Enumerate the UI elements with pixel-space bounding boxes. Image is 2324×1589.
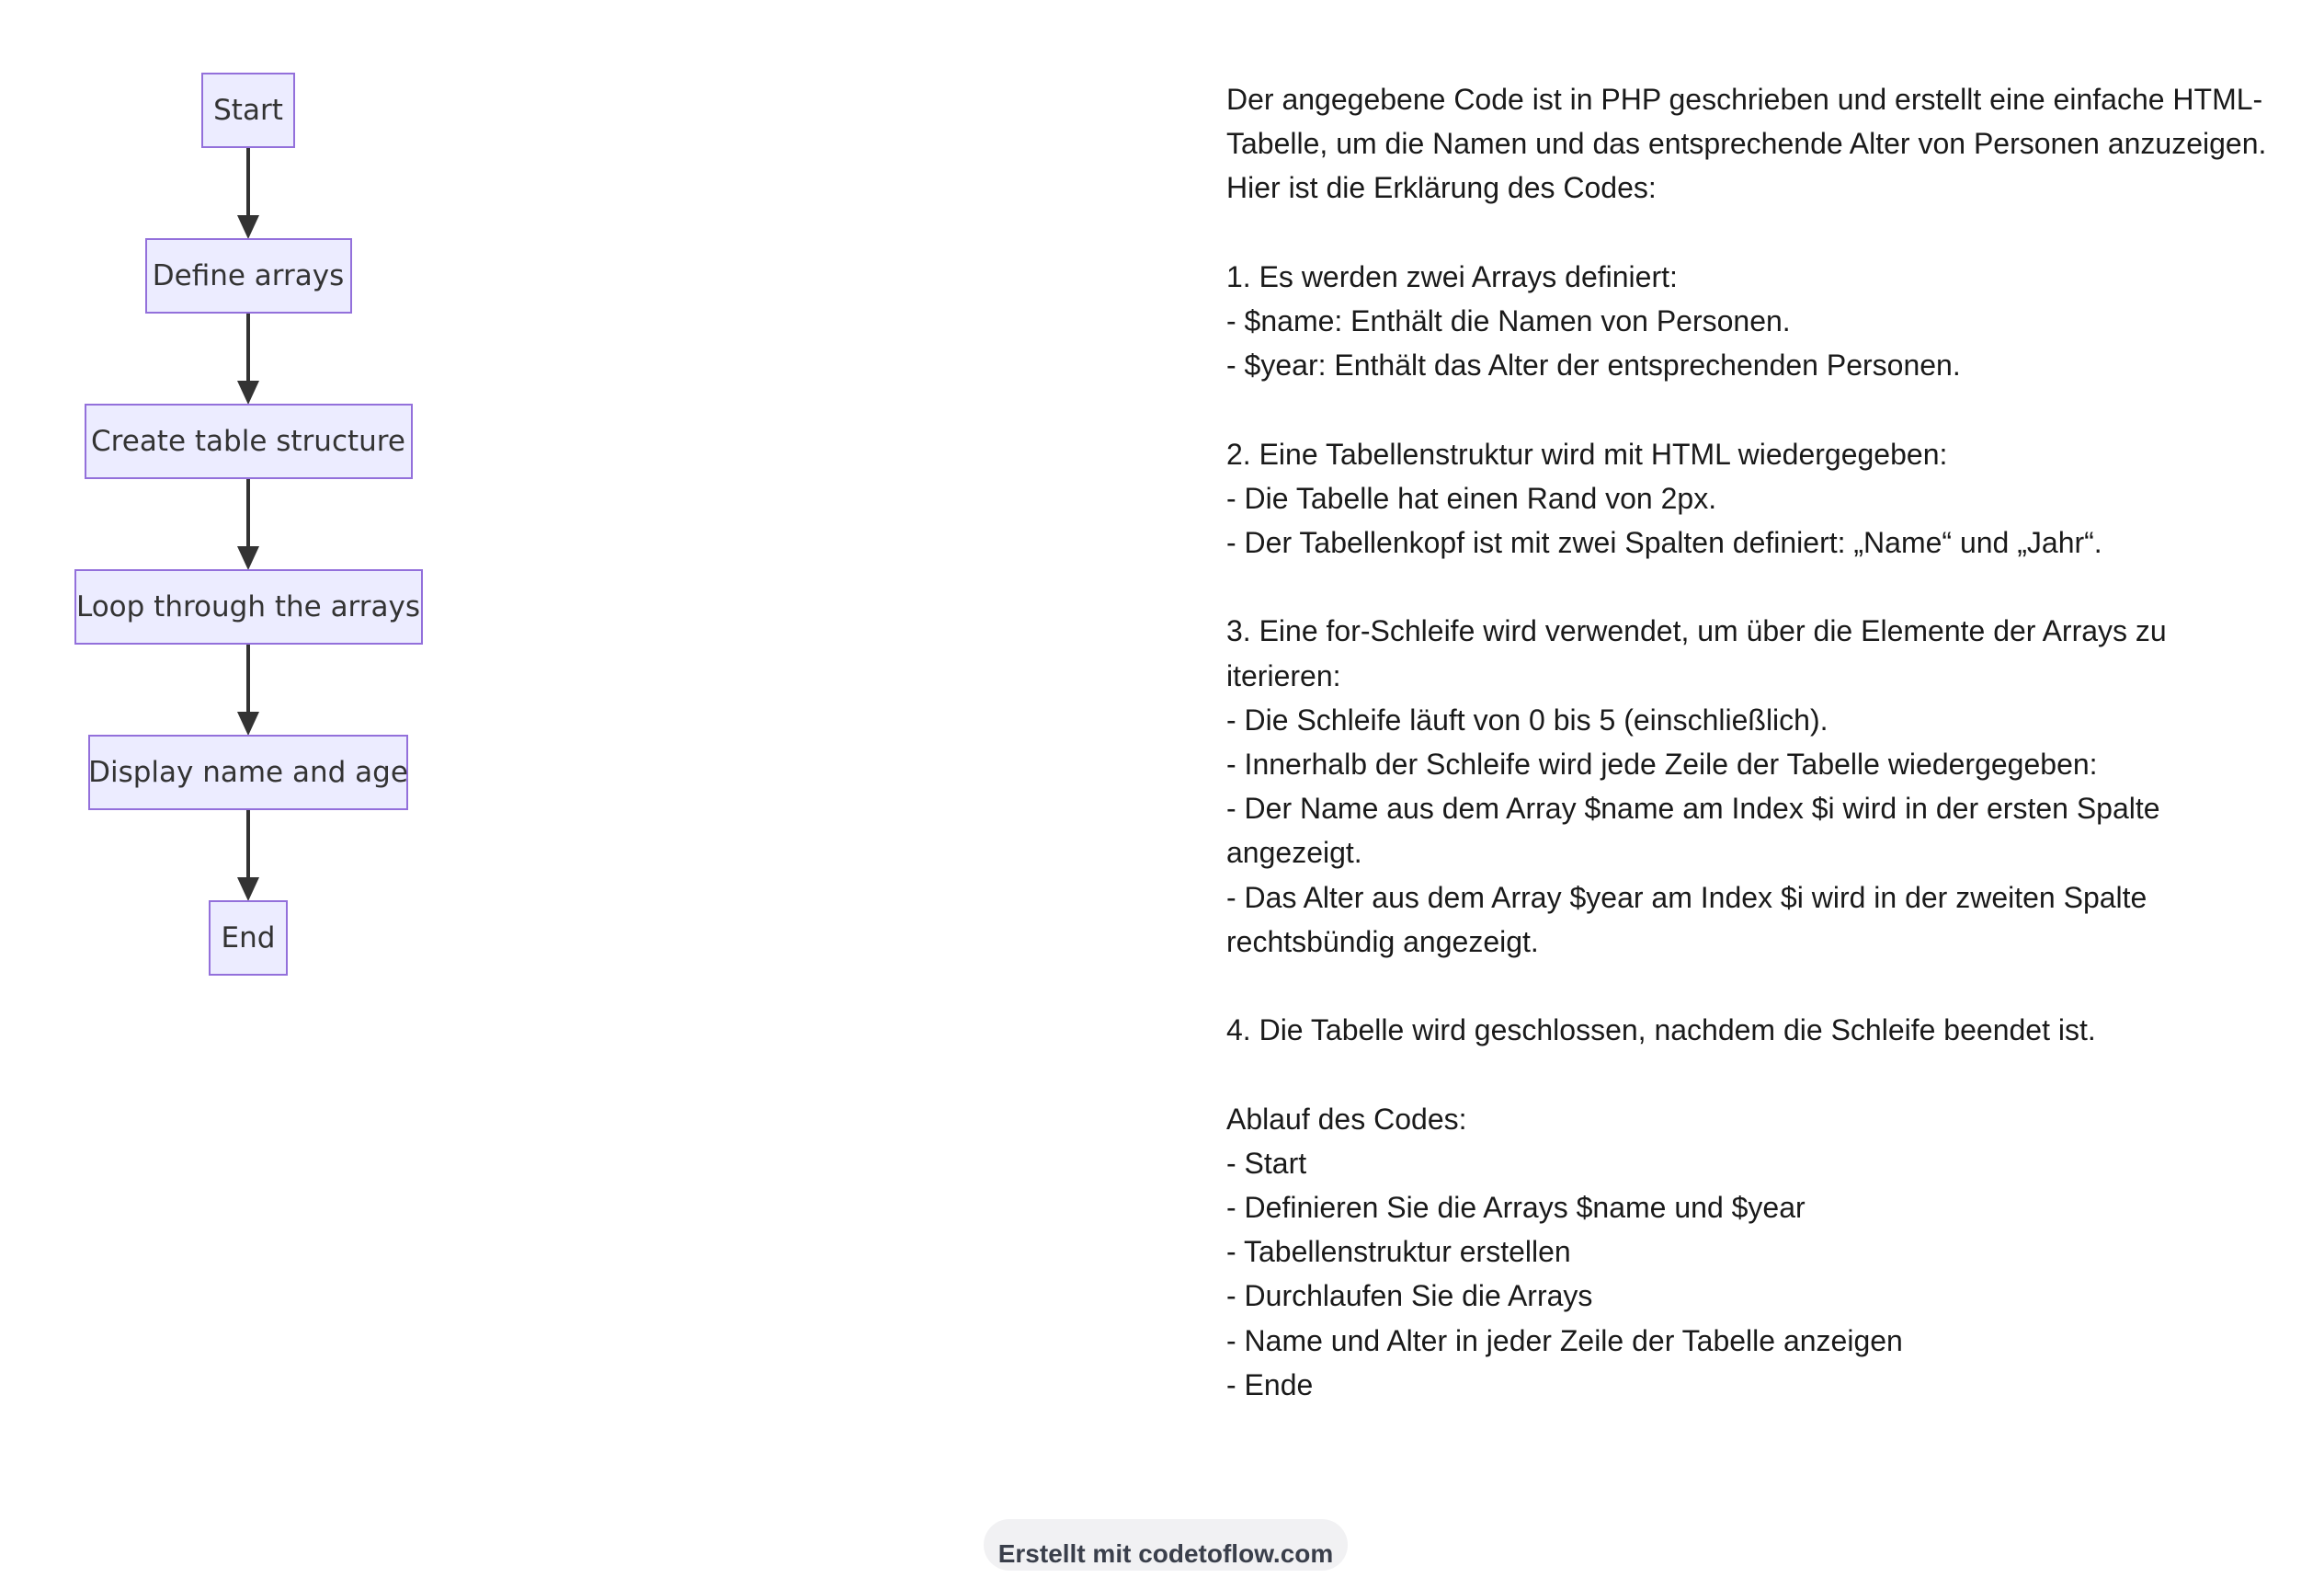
explanation-line: - Der Tabellenkopf ist mit zwei Spalten …: [1226, 526, 2102, 559]
explanation-line: 4. Die Tabelle wird geschlossen, nachdem…: [1226, 1013, 2096, 1047]
explanation-line: Ablauf des Codes:: [1226, 1102, 1467, 1136]
explanation-line: 1. Es werden zwei Arrays definiert:: [1226, 259, 1678, 293]
explanation-line: rechtsbündig angezeigt.: [1226, 924, 1539, 958]
explanation-spacer: [1226, 211, 2302, 255]
explanation-spacer: [1226, 387, 2302, 431]
explanation-line: 2. Eine Tabellenstruktur wird mit HTML w…: [1226, 437, 1948, 471]
explanation-line: - Ende: [1226, 1367, 1314, 1401]
node-end-label: End: [222, 921, 276, 955]
explanation-line: - $name: Enthält die Namen von Personen.: [1226, 304, 1791, 337]
explanation-spacer: [1226, 964, 2302, 1008]
node-end: End: [209, 900, 288, 976]
footer-credit: Erstellt mit codetoflow.com: [997, 1539, 1334, 1568]
explanation-line: iterieren:: [1226, 658, 1341, 692]
explanation-line: - Innerhalb der Schleife wird jede Zeile…: [1226, 748, 2098, 781]
node-start: Start: [201, 73, 295, 148]
explanation-line: Der angegebene Code ist in PHP geschrieb…: [1226, 83, 2263, 116]
explanation-line: - Die Tabelle hat einen Rand von 2px.: [1226, 481, 1717, 515]
explanation-line: Hier ist die Erklärung des Codes:: [1226, 171, 1657, 205]
node-start-label: Start: [213, 94, 283, 127]
explanation-line: - Die Schleife läuft von 0 bis 5 (einsch…: [1226, 703, 1828, 737]
node-display-name-and-age: Display name and age: [88, 735, 408, 810]
edge-define-to-create: [237, 313, 259, 405]
edge-display-to-end: [237, 809, 259, 901]
edge-start-to-define: [237, 147, 259, 239]
explanation-line: - $year: Enthält das Alter der entsprech…: [1226, 349, 1961, 383]
explanation-text: Der angegebene Code ist in PHP geschrieb…: [1226, 77, 2302, 1407]
explanation-line: - Start: [1226, 1146, 1307, 1180]
node-create-table-structure-label: Create table structure: [91, 425, 405, 458]
edge-loop-to-display: [237, 644, 259, 736]
node-define-arrays: Define arrays: [145, 238, 352, 314]
diagram-canvas: Start Define arrays Create table structu…: [0, 0, 2324, 1589]
explanation-line: - Das Alter aus dem Array $year am Index…: [1226, 880, 2147, 914]
edge-create-to-loop: [237, 478, 259, 570]
node-loop-through-arrays-label: Loop through the arrays: [76, 590, 420, 623]
flowchart: Start Define arrays Create table structu…: [74, 73, 423, 976]
explanation-line: Tabelle, um die Namen und das entspreche…: [1226, 127, 2267, 161]
explanation-line: - Definieren Sie die Arrays $name und $y…: [1226, 1191, 1806, 1224]
explanation-spacer: [1226, 565, 2302, 609]
explanation-spacer: [1226, 1052, 2302, 1096]
explanation-line: - Durchlaufen Sie die Arrays: [1226, 1279, 1593, 1313]
node-display-name-and-age-label: Display name and age: [88, 756, 408, 789]
explanation-line: - Name und Alter in jeder Zeile der Tabe…: [1226, 1323, 1903, 1357]
explanation-line: - Der Name aus dem Array $name am Index …: [1226, 792, 2160, 826]
node-loop-through-arrays: Loop through the arrays: [74, 569, 423, 645]
explanation-line: 3. Eine for-Schleife wird verwendet, um …: [1226, 614, 2167, 648]
node-define-arrays-label: Define arrays: [153, 259, 344, 292]
node-create-table-structure: Create table structure: [85, 404, 413, 479]
explanation-line: angezeigt.: [1226, 836, 1362, 870]
explanation-line: - Tabellenstruktur erstellen: [1226, 1235, 1571, 1269]
